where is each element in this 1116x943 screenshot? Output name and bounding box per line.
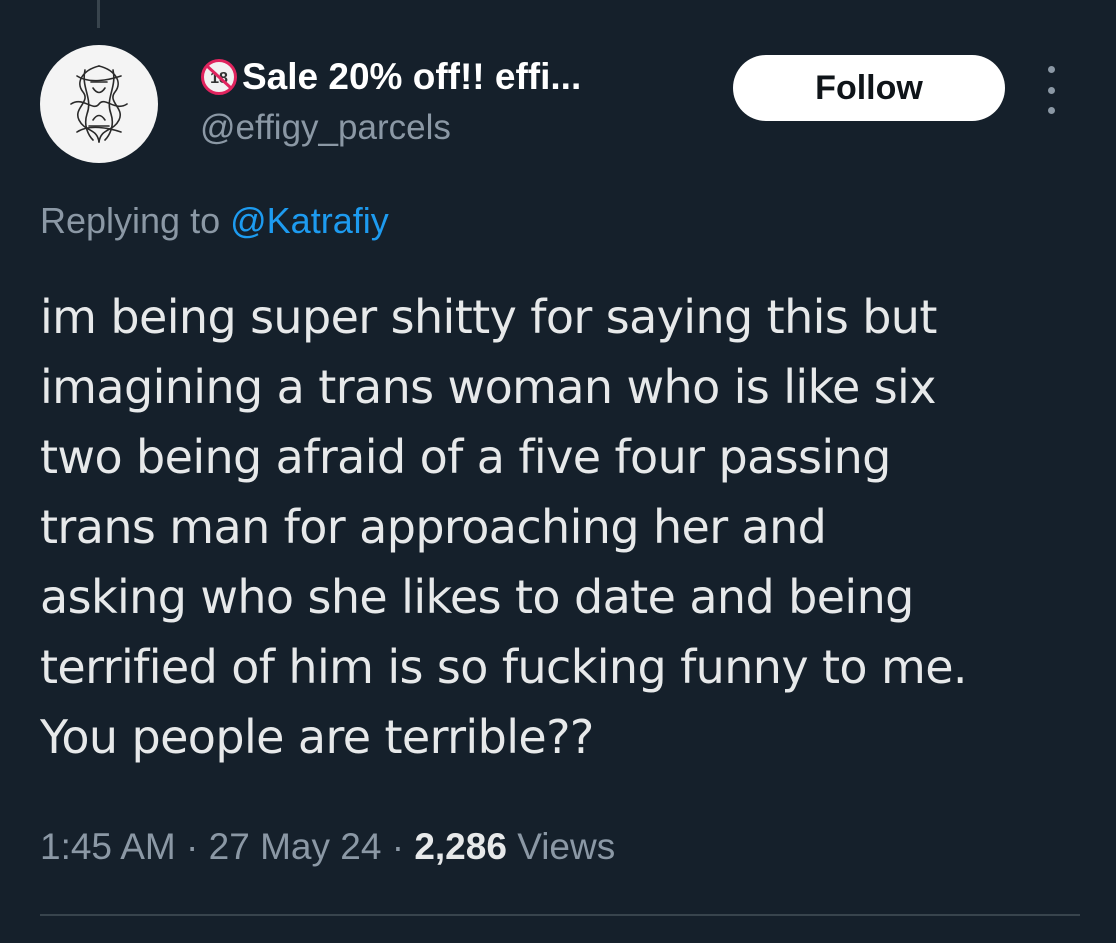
tweet-text-line: asking who she likes to date and being bbox=[40, 570, 914, 624]
more-vertical-icon[interactable] bbox=[1039, 66, 1063, 114]
tweet-time[interactable]: 1:45 AM bbox=[40, 826, 176, 867]
display-name-text: Sale 20% off!! effi... bbox=[242, 56, 582, 97]
replying-to: Replying to @Katrafiy bbox=[40, 200, 389, 242]
tweet-text-line: two being afraid of a five four passing bbox=[40, 430, 891, 484]
divider bbox=[40, 914, 1080, 916]
replying-prefix: Replying to bbox=[40, 200, 221, 241]
tweet-text-line: trans man for approaching her and bbox=[40, 500, 827, 554]
age-restriction-18-icon: 18 bbox=[201, 59, 237, 95]
tweet-text: im being super shitty for saying this bu… bbox=[40, 282, 1090, 772]
tweet-text-line: terrified of him is so fucking funny to … bbox=[40, 640, 968, 694]
tweet-metadata: 1:45 AM · 27 May 24 · 2,286 Views bbox=[40, 826, 615, 868]
tweet-text-line: imagining a trans woman who is like six bbox=[40, 360, 936, 414]
tweet-date[interactable]: 27 May 24 bbox=[209, 826, 382, 867]
views-label: Views bbox=[517, 826, 616, 867]
display-name[interactable]: 18 Sale 20% off!! effi... bbox=[200, 56, 581, 98]
meta-separator: · bbox=[186, 826, 199, 867]
thread-connector-line bbox=[97, 0, 100, 28]
reply-mention-link[interactable]: @Katrafiy bbox=[230, 200, 389, 241]
user-handle[interactable]: @effigy_parcels bbox=[200, 108, 451, 148]
meta-separator: · bbox=[391, 826, 405, 867]
follow-button[interactable]: Follow bbox=[733, 55, 1005, 121]
avatar[interactable] bbox=[40, 45, 158, 163]
tweet-text-line: You people are terrible?? bbox=[40, 710, 594, 764]
knot-sigil-icon bbox=[70, 65, 128, 143]
tweet-text-line: im being super shitty for saying this bu… bbox=[40, 290, 937, 344]
views-count: 2,286 bbox=[414, 826, 507, 867]
